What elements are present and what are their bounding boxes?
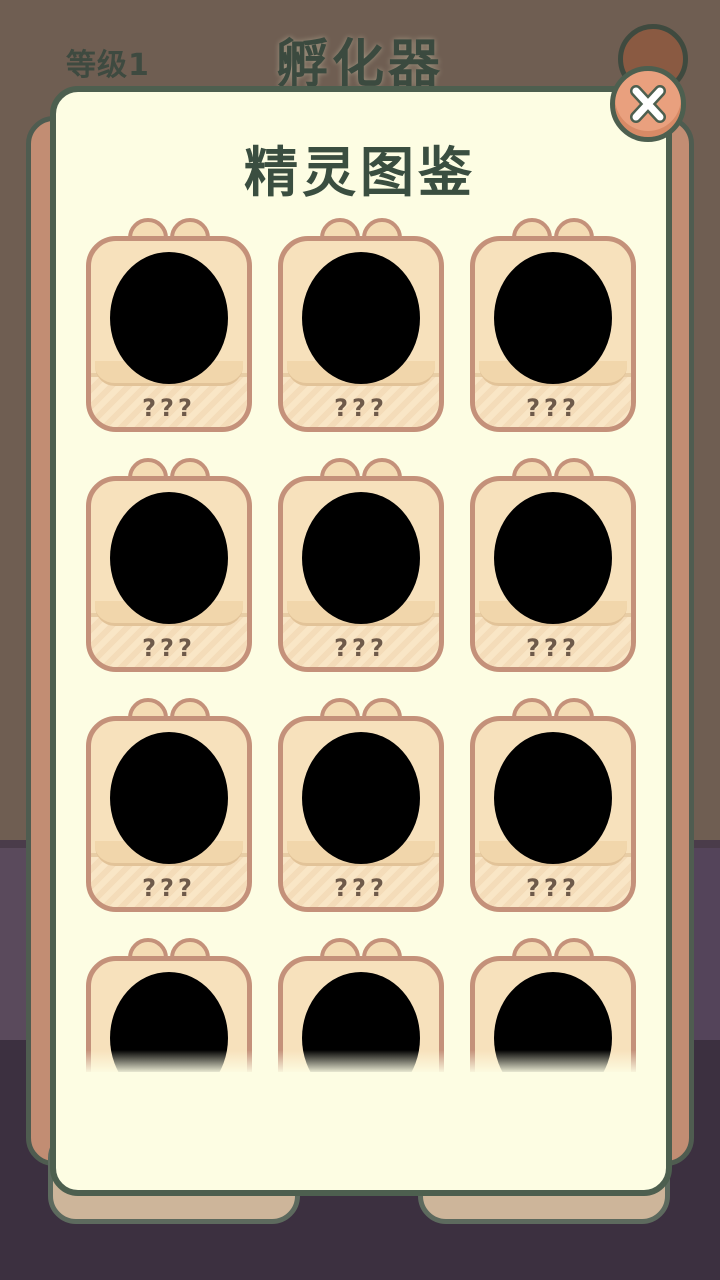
level-label: 等级1 bbox=[66, 48, 150, 83]
spirit-card[interactable]: ??? bbox=[86, 458, 252, 678]
spirit-card[interactable]: ??? bbox=[278, 698, 444, 918]
locked-silhouette bbox=[494, 252, 612, 384]
spirit-card[interactable]: ??? bbox=[278, 458, 444, 678]
locked-silhouette bbox=[110, 252, 228, 384]
spirit-card[interactable]: ??? bbox=[278, 218, 444, 438]
spirit-grid: ???????????????????????????????????? bbox=[70, 210, 650, 1072]
spirit-name: ??? bbox=[526, 634, 580, 662]
close-x-icon bbox=[630, 85, 666, 123]
spirit-card[interactable]: ??? bbox=[86, 218, 252, 438]
spirit-name: ??? bbox=[526, 394, 580, 422]
spirit-name: ??? bbox=[142, 394, 196, 422]
spirit-card[interactable]: ??? bbox=[470, 698, 636, 918]
locked-silhouette bbox=[494, 732, 612, 864]
close-button[interactable] bbox=[610, 66, 686, 142]
locked-silhouette bbox=[110, 732, 228, 864]
spirit-name: ??? bbox=[334, 634, 388, 662]
spirit-name: ??? bbox=[142, 874, 196, 902]
locked-silhouette bbox=[302, 732, 420, 864]
locked-silhouette bbox=[302, 252, 420, 384]
dialog-title: 精灵图鉴 bbox=[244, 141, 476, 204]
spirit-card[interactable]: ??? bbox=[86, 698, 252, 918]
spirit-card[interactable]: ??? bbox=[470, 458, 636, 678]
locked-silhouette bbox=[302, 492, 420, 624]
grid-fade bbox=[70, 1050, 650, 1074]
spirit-name: ??? bbox=[526, 874, 580, 902]
locked-silhouette bbox=[110, 492, 228, 624]
locked-silhouette bbox=[494, 492, 612, 624]
spirit-card[interactable]: ??? bbox=[470, 218, 636, 438]
spirit-name: ??? bbox=[142, 634, 196, 662]
spirit-name: ??? bbox=[334, 874, 388, 902]
spirit-name: ??? bbox=[334, 394, 388, 422]
